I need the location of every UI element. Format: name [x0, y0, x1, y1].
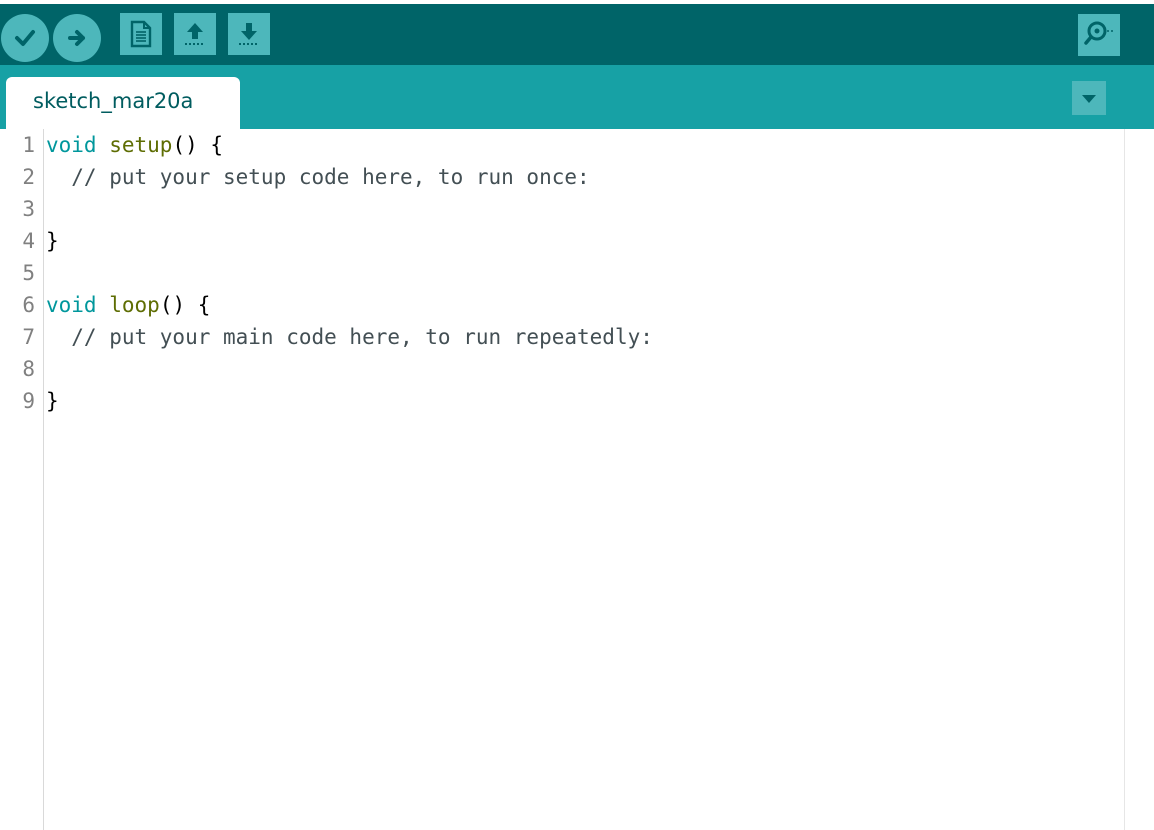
code-line[interactable]: void loop() { — [46, 289, 210, 321]
verify-button[interactable] — [1, 14, 49, 62]
serial-monitor-button[interactable] — [1078, 14, 1120, 56]
function-name: setup — [109, 133, 173, 157]
new-sketch-button[interactable] — [120, 13, 162, 55]
code-punctuation: () { — [172, 133, 224, 157]
vertical-scrollbar[interactable] — [1124, 129, 1154, 830]
tab-bar: sketch_mar20a — [0, 65, 1154, 129]
line-number: 9 — [22, 389, 35, 413]
line-number: 8 — [22, 357, 35, 381]
line-number: 7 — [22, 325, 35, 349]
code-line[interactable]: void setup() { — [46, 129, 223, 161]
function-name: loop — [109, 293, 160, 317]
arrow-up-icon — [182, 20, 208, 48]
arrow-right-icon — [64, 25, 90, 51]
keyword: void — [46, 293, 97, 317]
code-punctuation: } — [46, 229, 59, 253]
new-file-icon — [129, 20, 153, 48]
line-number: 5 — [22, 261, 35, 285]
code-comment: // put your main code here, to run repea… — [46, 325, 653, 349]
magnifier-icon — [1083, 18, 1115, 52]
arrow-down-icon — [236, 20, 262, 48]
code-editor[interactable]: 1 2 3 4 5 6 7 8 9 void setup() { // put … — [0, 129, 1154, 830]
line-number-gutter: 1 2 3 4 5 6 7 8 9 — [0, 129, 44, 830]
line-number: 2 — [22, 165, 35, 189]
code-comment: // put your setup code here, to run once… — [46, 165, 590, 189]
line-number: 1 — [22, 133, 35, 157]
save-button[interactable] — [228, 13, 270, 55]
toolbar — [0, 4, 1154, 65]
code-line[interactable]: // put your main code here, to run repea… — [46, 321, 653, 353]
line-number: 3 — [22, 197, 35, 221]
keyword: void — [46, 133, 97, 157]
line-number: 4 — [22, 229, 35, 253]
triangle-down-icon — [1081, 89, 1097, 108]
code-punctuation: } — [46, 389, 59, 413]
open-button[interactable] — [174, 13, 216, 55]
line-number: 6 — [22, 293, 35, 317]
code-line[interactable]: } — [46, 385, 59, 417]
tab-menu-button[interactable] — [1072, 81, 1106, 115]
code-line[interactable]: } — [46, 225, 59, 257]
upload-button[interactable] — [53, 14, 101, 62]
code-line[interactable]: // put your setup code here, to run once… — [46, 161, 590, 193]
arduino-ide-window: sketch_mar20a 1 2 3 4 5 6 7 8 9 void set… — [0, 0, 1154, 830]
check-icon — [12, 25, 38, 51]
code-punctuation: () { — [159, 293, 211, 317]
tab-sketch[interactable]: sketch_mar20a — [6, 77, 240, 129]
